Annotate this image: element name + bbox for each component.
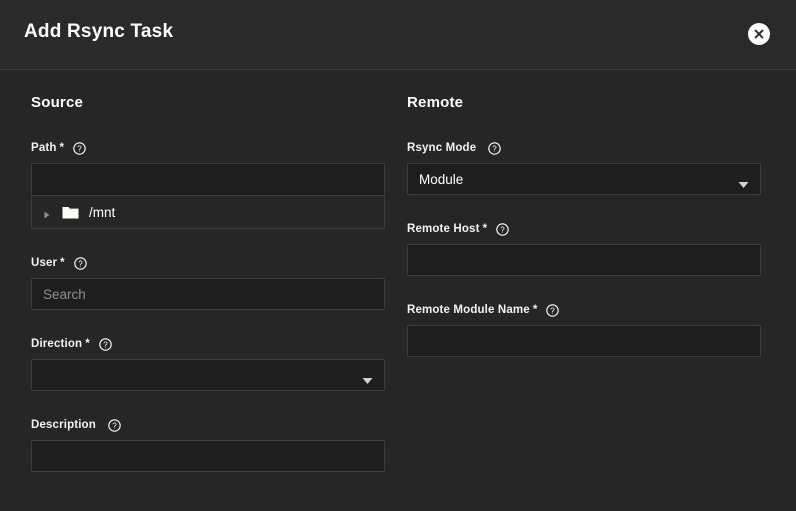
remote-module-name-input[interactable]: [407, 325, 761, 357]
remote-host-required-marker: *: [482, 223, 488, 235]
close-button[interactable]: [748, 23, 770, 45]
remote-module-name-required-marker: *: [532, 304, 538, 316]
user-input[interactable]: [31, 278, 385, 310]
chevron-down-icon: [738, 176, 749, 188]
tree-item-label: /mnt: [89, 204, 116, 220]
help-circle-icon[interactable]: ?: [108, 418, 121, 432]
path-explorer: /mnt: [31, 163, 398, 229]
path-input[interactable]: [31, 163, 385, 196]
help-circle-icon[interactable]: ?: [98, 337, 112, 351]
caret-right-icon[interactable]: [42, 207, 52, 219]
field-direction: Direction * ?: [31, 336, 398, 391]
help-circle-icon[interactable]: ?: [73, 141, 86, 155]
path-required-marker: *: [59, 142, 65, 154]
svg-text:?: ?: [112, 421, 117, 430]
field-remote-host: Remote Host * ?: [407, 221, 796, 276]
svg-text:?: ?: [77, 144, 82, 153]
user-label-row: User * ?: [31, 255, 398, 271]
user-required-marker: *: [60, 257, 65, 269]
page-title: Add Rsync Task: [24, 21, 174, 42]
description-input[interactable]: [31, 440, 385, 472]
path-label: Path: [31, 142, 57, 154]
path-tree-panel: /mnt: [31, 196, 385, 229]
remote-section-heading: Remote: [407, 94, 464, 111]
remote-host-label-row: Remote Host * ?: [407, 221, 796, 237]
field-rsync-mode: Rsync Mode ? Module: [407, 140, 796, 195]
chevron-down-icon: [362, 372, 373, 384]
rsync-mode-select[interactable]: Module: [407, 163, 761, 195]
help-circle-icon[interactable]: ?: [496, 222, 509, 236]
tree-row[interactable]: /mnt: [32, 196, 384, 228]
user-label: User: [31, 257, 58, 269]
source-section-heading: Source: [31, 94, 84, 111]
close-icon: [752, 27, 766, 41]
dialog-body: Source Path * ? /mnt User * ? Search Dir…: [0, 70, 796, 511]
svg-text:?: ?: [493, 144, 498, 153]
help-circle-icon[interactable]: ?: [546, 303, 560, 317]
remote-column: Remote Rsync Mode ? Module Remote Host *…: [398, 70, 796, 357]
direction-label-row: Direction * ?: [31, 336, 398, 352]
svg-text:?: ?: [551, 306, 556, 315]
source-column: Source Path * ? /mnt User * ? Search Dir…: [0, 70, 398, 472]
rsync-mode-label-row: Rsync Mode ?: [407, 140, 796, 156]
help-circle-icon[interactable]: ?: [73, 256, 87, 270]
description-label-row: Description ?: [31, 417, 398, 433]
remote-host-input[interactable]: [407, 244, 761, 276]
rsync-mode-label: Rsync Mode: [407, 142, 477, 154]
field-description: Description ?: [31, 417, 398, 472]
direction-select[interactable]: [31, 359, 385, 391]
field-path: Path * ? /mnt: [31, 140, 398, 229]
folder-icon: [62, 205, 79, 219]
svg-text:?: ?: [500, 225, 505, 234]
remote-module-name-label: Remote Module Name: [407, 304, 530, 316]
direction-label: Direction: [31, 338, 83, 350]
rsync-mode-selected-value: Module: [419, 171, 464, 187]
svg-text:?: ?: [78, 259, 83, 268]
description-label: Description: [31, 419, 96, 431]
remote-module-name-label-row: Remote Module Name * ?: [407, 302, 796, 318]
field-remote-module-name: Remote Module Name * ?: [407, 302, 796, 357]
field-user: User * ?: [31, 255, 398, 310]
path-label-row: Path * ?: [31, 140, 398, 156]
help-circle-icon[interactable]: ?: [488, 141, 501, 155]
dialog-header: Add Rsync Task: [0, 0, 796, 70]
remote-host-label: Remote Host: [407, 223, 480, 235]
svg-text:?: ?: [103, 340, 108, 349]
direction-required-marker: *: [85, 338, 90, 350]
